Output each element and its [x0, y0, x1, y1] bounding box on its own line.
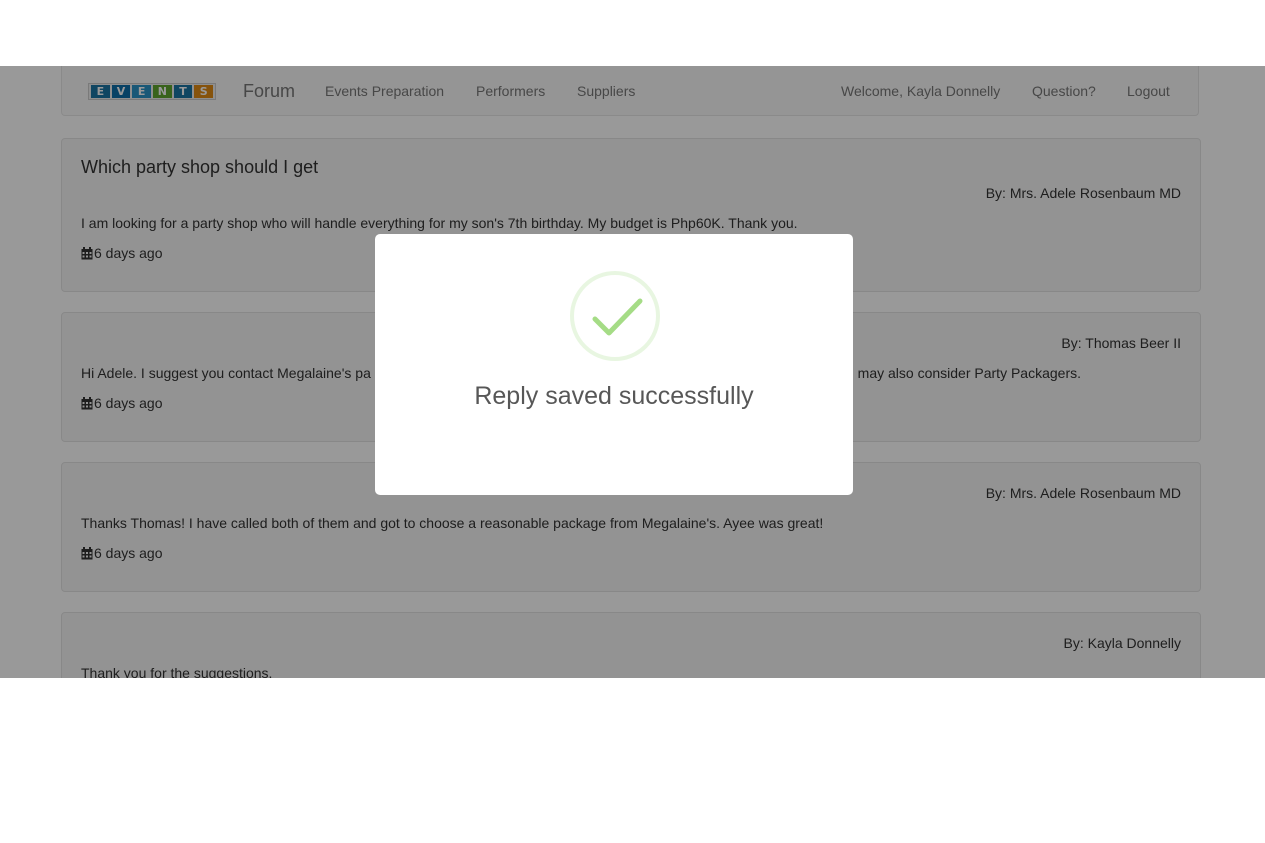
success-check-icon — [570, 271, 660, 361]
dialog-title: Reply saved successfully — [474, 382, 754, 410]
page-viewport: E V E N T S Forum Events Preparation Per… — [0, 66, 1265, 678]
success-dialog: Reply saved successfully — [375, 234, 853, 495]
